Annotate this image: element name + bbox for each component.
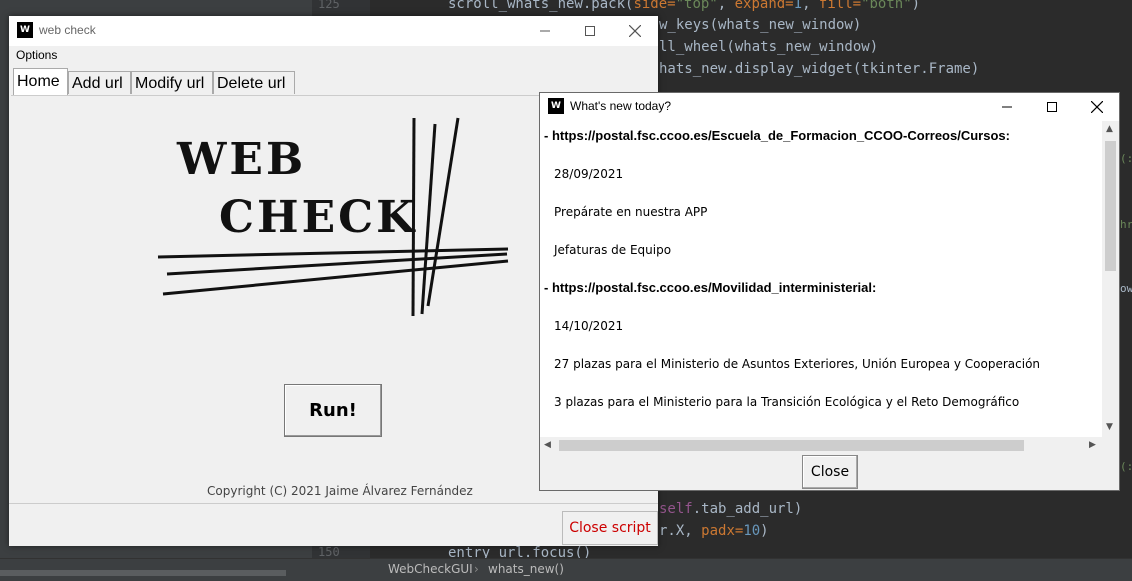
code-fragment: ow [1120, 282, 1132, 295]
horizontal-scroll-thumb[interactable] [559, 440, 1024, 451]
title-bar[interactable]: W web check [9, 16, 658, 46]
close-window-button[interactable] [612, 16, 658, 46]
close-script-button[interactable]: Close script [562, 511, 658, 545]
maximize-icon [585, 26, 595, 36]
code-line: hats_new.display_widget(tkinter.Frame) [659, 61, 980, 77]
minimize-button[interactable] [522, 16, 568, 46]
whats-new-content: - https://postal.fsc.ccoo.es/Escuela_de_… [540, 121, 1102, 437]
entry-line: 28/09/2021 [554, 167, 624, 181]
scroll-up-icon[interactable]: ▲ [1106, 124, 1113, 134]
code-line: scroll_whats_new.pack(side="top", expand… [448, 0, 921, 12]
maximize-icon [1047, 102, 1057, 112]
entry-url: - https://postal.fsc.ccoo.es/Movilidad_i… [544, 280, 877, 295]
code-line: w_keys(whats_new_window) [659, 17, 862, 33]
line-number: 125 [318, 0, 340, 11]
close-icon [1091, 101, 1103, 113]
code-fragment: hr [1120, 218, 1132, 231]
close-icon [629, 25, 641, 37]
entry-line: 27 plazas para el Ministerio de Asuntos … [554, 357, 1041, 371]
menu-bar: Options [9, 46, 658, 66]
close-window-button[interactable] [1074, 93, 1120, 121]
logo-text-check: CHECK [219, 192, 417, 243]
horizontal-scrollbar[interactable]: ◀ ▶ [540, 437, 1102, 454]
line-number: 150 [318, 545, 340, 559]
code-line: r.X, padx=10) [659, 523, 769, 539]
divider [9, 503, 658, 504]
entry-url: - https://postal.fsc.ccoo.es/Escuela_de_… [544, 128, 1010, 143]
entry-line: Prepárate en nuestra APP [554, 205, 708, 219]
web-check-logo: WEB CHECK [157, 117, 509, 317]
code-line: self.tab_add_url) [659, 501, 803, 517]
app-icon: W [17, 22, 33, 38]
minimize-button[interactable] [984, 93, 1030, 121]
vertical-scroll-thumb[interactable] [1105, 141, 1116, 271]
app-icon: W [548, 98, 564, 114]
code-line: ll_wheel(whats_new_window) [659, 39, 879, 55]
tab-modify-url[interactable]: Modify url [131, 71, 213, 94]
tab-home[interactable]: Home [13, 68, 68, 95]
entry-line: 14/10/2021 [554, 319, 624, 333]
minimize-icon [540, 30, 550, 32]
breadcrumb-function[interactable]: whats_new() [488, 562, 564, 576]
breadcrumb-separator: › [474, 562, 479, 576]
maximize-button[interactable] [567, 16, 613, 46]
scroll-right-icon[interactable]: ▶ [1089, 440, 1096, 450]
logo-text-web: WEB [176, 134, 306, 185]
window-title: web check [39, 23, 96, 37]
tab-add-url[interactable]: Add url [68, 71, 131, 94]
scroll-left-icon[interactable]: ◀ [544, 440, 551, 450]
entry-line: 3 plazas para el Ministerio para la Tran… [554, 395, 1020, 409]
code-fragment: (: [1120, 152, 1132, 165]
breadcrumb-class[interactable]: WebCheckGUI [388, 562, 473, 576]
title-bar[interactable]: W What's new today? [540, 93, 1119, 121]
menu-options[interactable]: Options [16, 48, 57, 62]
code-fragment: (: [1120, 460, 1132, 473]
run-button[interactable]: Run! [284, 384, 382, 437]
whats-new-window: W What's new today? - https://postal.fsc… [539, 92, 1120, 491]
ide-horizontal-scrollbar[interactable] [0, 570, 286, 576]
scroll-down-icon[interactable]: ▼ [1106, 422, 1113, 432]
close-button[interactable]: Close [802, 455, 858, 489]
copyright-text: Copyright (C) 2021 Jaime Álvarez Fernánd… [207, 484, 473, 498]
maximize-button[interactable] [1029, 93, 1075, 121]
minimize-icon [1002, 106, 1012, 108]
entry-line: Jefaturas de Equipo [554, 243, 672, 257]
vertical-scrollbar[interactable]: ▲ ▼ [1102, 121, 1119, 437]
window-title: What's new today? [570, 99, 672, 113]
tab-delete-url[interactable]: Delete url [213, 71, 295, 94]
